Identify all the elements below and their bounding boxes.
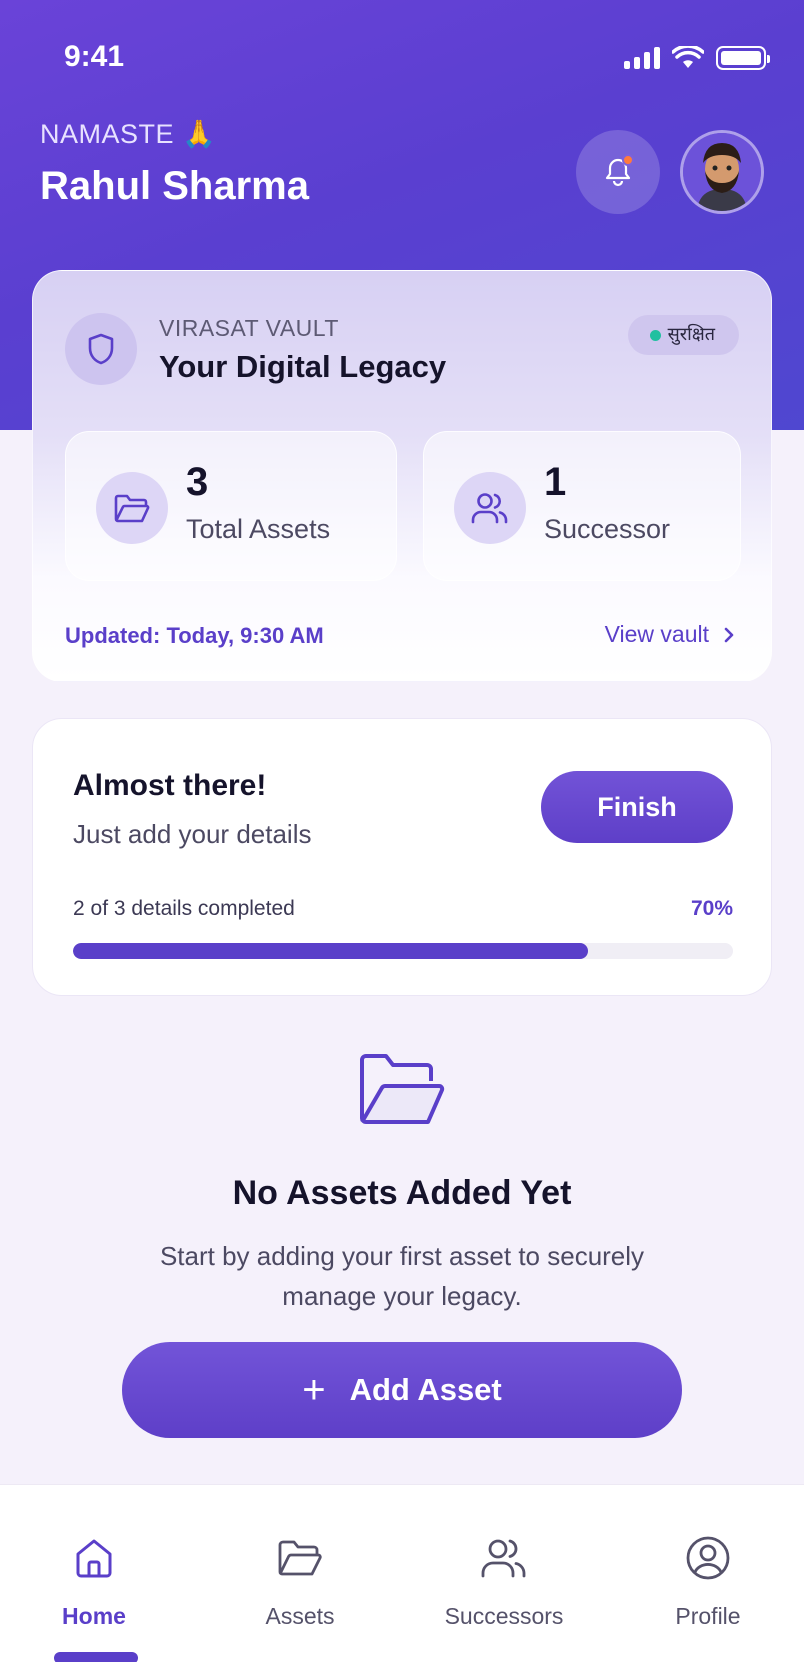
vault-shield — [65, 313, 137, 385]
add-asset-label: Add Asset — [349, 1372, 502, 1407]
progress-title: Almost there! — [73, 769, 267, 802]
tab-label: Home — [62, 1603, 126, 1629]
finish-button[interactable]: Finish — [541, 771, 733, 843]
progress-bar — [73, 943, 733, 959]
folder-icon — [278, 1540, 322, 1576]
progress-subtitle: Just add your details — [73, 819, 312, 849]
plus-icon: + — [302, 1368, 326, 1412]
stat-label: Successor — [544, 514, 671, 544]
stat-value: 3 — [186, 460, 209, 504]
profile-icon — [686, 1536, 730, 1580]
stat-icon-wrap — [454, 472, 526, 544]
avatar[interactable] — [680, 130, 764, 214]
view-vault-link[interactable]: View vault — [605, 621, 735, 648]
stat-value: 1 — [544, 460, 567, 504]
status-bar: 9:41 — [0, 0, 804, 110]
progress-bar-fill — [73, 943, 588, 959]
notification-button[interactable] — [576, 130, 660, 214]
empty-state-description: Start by adding your first asset to secu… — [159, 1241, 645, 1311]
users-icon — [481, 1539, 526, 1578]
tab-label: Successors — [444, 1603, 564, 1629]
tab-label: Assets — [265, 1603, 335, 1629]
tab-assets[interactable]: Assets — [210, 1533, 390, 1630]
user-name: Rahul Sharma — [40, 164, 309, 208]
folder-open-icon — [360, 1054, 445, 1124]
last-updated-text: Updated: Today, 9:30 AM — [65, 623, 324, 648]
bottom-tab-bar: Home Assets Successors Profile — [0, 1484, 804, 1662]
stat-icon-wrap — [96, 472, 168, 544]
chevron-right-icon — [724, 627, 734, 642]
progress-percent: 70% — [690, 897, 733, 920]
folder-icon — [114, 494, 150, 523]
shield-icon — [88, 333, 114, 365]
stat-successor[interactable]: 1 Successor — [423, 431, 741, 581]
add-asset-button[interactable]: + Add Asset — [122, 1342, 682, 1438]
empty-state-title: No Assets Added Yet — [232, 1174, 572, 1212]
status-badge: सुरक्षित — [627, 315, 739, 355]
stat-label: Total Assets — [186, 514, 331, 544]
tab-profile[interactable]: Profile — [618, 1533, 798, 1630]
notification-dot — [622, 154, 634, 166]
home-icon — [76, 1539, 112, 1578]
battery-icon — [716, 46, 770, 70]
view-vault-label: View vault — [604, 621, 709, 647]
tab-home[interactable]: Home — [4, 1533, 184, 1630]
status-badge-label: सुरक्षित — [667, 324, 715, 345]
profile-progress-card: Almost there! Just add your details Fini… — [32, 718, 772, 996]
stat-total-assets[interactable]: 3 Total Assets — [65, 431, 397, 581]
wifi-icon — [672, 46, 704, 68]
tab-label: Profile — [675, 1603, 741, 1629]
status-icons — [624, 46, 770, 70]
cellular-signal-icon — [624, 47, 660, 69]
progress-status: 2 of 3 details completed — [73, 897, 295, 920]
vault-card[interactable]: VIRASAT VAULT Your Digital Legacy सुरक्ष… — [32, 270, 772, 682]
vault-title: Your Digital Legacy — [159, 349, 447, 384]
vault-label: VIRASAT VAULT — [159, 315, 339, 341]
status-time: 9:41 — [64, 40, 125, 73]
tab-successors[interactable]: Successors — [414, 1533, 594, 1630]
greeting-text: NAMASTE 🙏 — [40, 119, 217, 149]
status-dot — [649, 330, 661, 341]
avatar-icon — [683, 133, 761, 211]
users-icon — [471, 493, 508, 524]
active-tab-indicator — [54, 1652, 138, 1662]
